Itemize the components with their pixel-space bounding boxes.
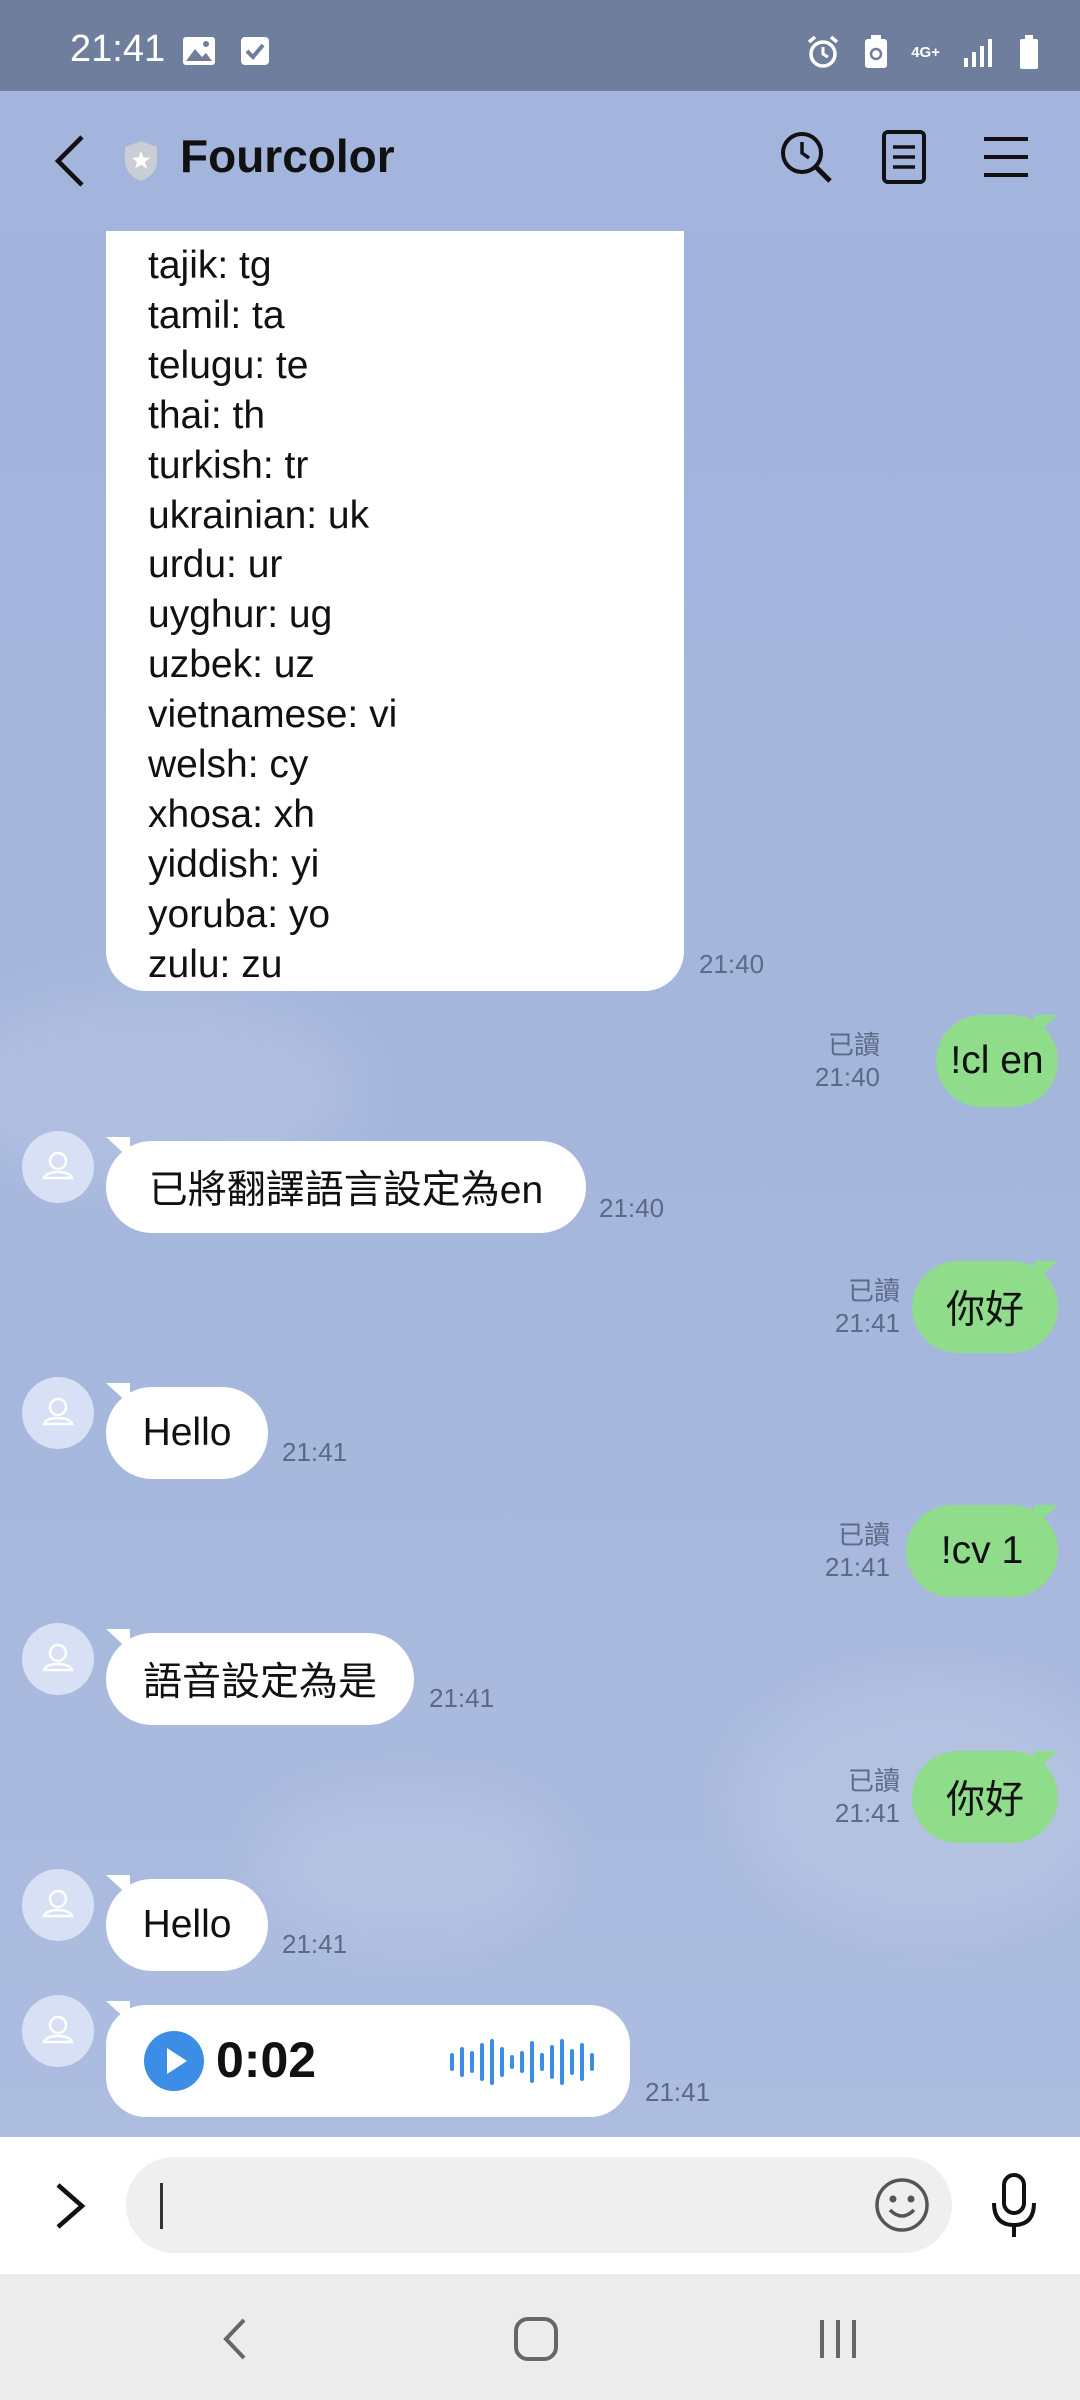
message-time: 21:41 [282, 1437, 348, 1467]
expand-chevron-icon[interactable] [50, 2179, 90, 2233]
list-item: vietnamese: vi [148, 693, 398, 737]
incoming-message[interactable]: Hello [106, 1879, 268, 1971]
list-item: thai: th [148, 393, 266, 437]
incoming-message[interactable]: 已將翻譯語言設定為en [106, 1141, 586, 1233]
list-item: uzbek: uz [148, 643, 315, 687]
message-time: 21:40 [699, 949, 765, 979]
system-nav-bar [0, 2274, 1080, 2400]
notes-icon[interactable] [874, 127, 934, 187]
avatar[interactable] [22, 1869, 94, 1941]
waveform-icon [450, 2039, 594, 2085]
message-time: 21:41 [645, 2077, 711, 2107]
menu-icon[interactable] [976, 127, 1036, 187]
list-item: yoruba: yo [148, 892, 331, 936]
default-avatar-icon [42, 1397, 74, 1426]
list-item: tajik: tg [148, 244, 272, 287]
read-receipt: 已讀 21:41 [834, 1276, 900, 1338]
alarm-icon [808, 35, 839, 68]
voice-duration: 0:02 [216, 2032, 317, 2088]
list-item: xhosa: xh [148, 792, 315, 836]
back-arrow-icon[interactable] [50, 131, 90, 191]
message-time: 21:40 [599, 1193, 665, 1223]
incoming-message[interactable]: 語音設定為是 [106, 1633, 414, 1725]
emoji-icon[interactable] [874, 2177, 930, 2233]
text-cursor [160, 2183, 163, 2229]
nav-back-icon[interactable] [206, 2312, 266, 2366]
chat-area[interactable]: tajik: tg tamil: ta telugu: te thai: th … [0, 231, 1080, 2137]
signal-icon [964, 39, 992, 67]
list-item: tamil: ta [148, 293, 285, 337]
avatar[interactable] [22, 1995, 94, 2067]
default-avatar-icon [42, 1889, 74, 1918]
list-item: welsh: cy [148, 743, 309, 787]
message-input[interactable] [126, 2157, 952, 2253]
language-list-message[interactable]: tajik: tg tamil: ta telugu: te thai: th … [106, 231, 684, 991]
read-receipt: 已讀 21:40 [814, 1030, 880, 1092]
avatar[interactable] [22, 1377, 94, 1449]
incoming-message[interactable]: Hello [106, 1387, 268, 1479]
status-bar: 21:41 4G+ [0, 0, 1080, 91]
default-avatar-icon [42, 1151, 74, 1180]
network-type: 4G+ [911, 43, 940, 61]
play-icon [167, 2048, 187, 2074]
battery-saver-icon [865, 35, 888, 68]
list-item: ukrainian: uk [148, 493, 370, 537]
nav-recents-icon[interactable] [808, 2312, 868, 2366]
read-receipt: 已讀 21:41 [834, 1766, 900, 1828]
shield-star-icon [125, 141, 157, 181]
chat-title: Fourcolor [180, 130, 395, 182]
list-item: uyghur: ug [148, 593, 333, 637]
checkbox-notification-icon [241, 37, 269, 65]
avatar[interactable] [22, 1623, 94, 1695]
gallery-notification-icon [183, 37, 215, 65]
voice-message[interactable]: 0:02 [106, 2005, 630, 2117]
battery-icon [1020, 35, 1038, 69]
play-button[interactable] [144, 2031, 204, 2091]
message-time: 21:41 [429, 1683, 495, 1713]
default-avatar-icon [42, 1643, 74, 1672]
list-item: turkish: tr [148, 443, 309, 487]
read-receipt: 已讀 21:41 [824, 1520, 890, 1582]
status-time: 21:41 [70, 28, 166, 70]
nav-home-icon[interactable] [506, 2312, 566, 2366]
default-avatar-icon [42, 2015, 74, 2044]
avatar[interactable] [22, 1131, 94, 1203]
message-time: 21:41 [282, 1929, 348, 1959]
chat-header: Fourcolor [0, 91, 1080, 231]
list-item: telugu: te [148, 343, 309, 387]
microphone-icon[interactable] [984, 2171, 1044, 2241]
search-clock-icon[interactable] [776, 127, 836, 187]
message-input-bar [0, 2137, 1080, 2274]
list-item: yiddish: yi [148, 842, 320, 886]
list-item: urdu: ur [148, 543, 283, 587]
list-item: zulu: zu [148, 942, 283, 986]
